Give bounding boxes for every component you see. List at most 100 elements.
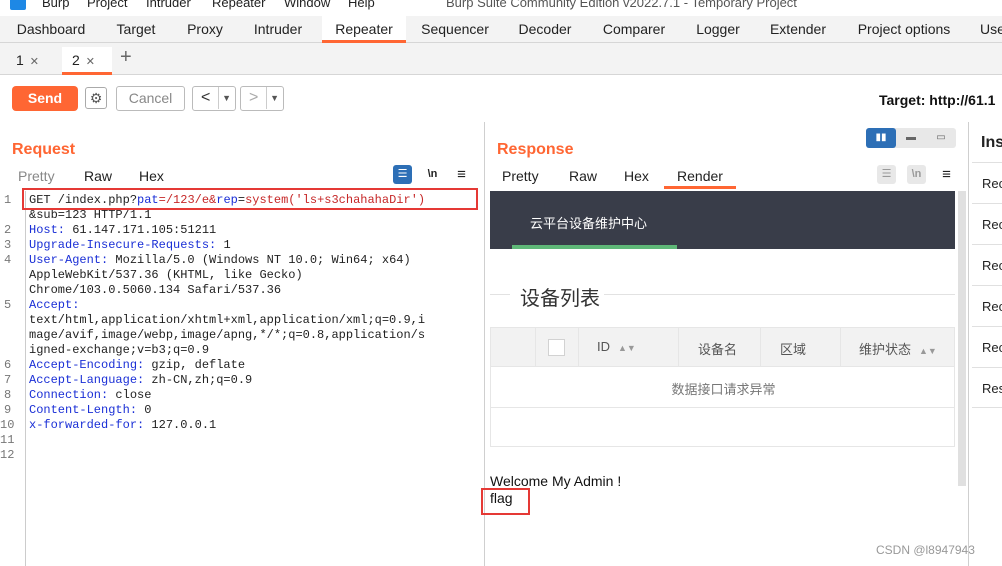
- column-separator: [760, 328, 761, 366]
- column-separator: [840, 328, 841, 366]
- header-value: 61.147.171.105:51211: [72, 223, 217, 237]
- header-name: Accept:: [29, 298, 80, 312]
- inspector-row[interactable]: Rec: [972, 244, 1002, 285]
- newline-icon[interactable]: \n: [423, 165, 442, 184]
- repeater-tab-bar: 1 ✕ 2 ✕: [0, 43, 1002, 75]
- menu-repeater[interactable]: Repeater: [212, 0, 265, 10]
- send-button[interactable]: Send: [12, 86, 78, 111]
- line-number: 4: [4, 253, 12, 267]
- table-header: ID ▲▼ 设备名 区域 维护状态 ▲▼: [490, 327, 955, 367]
- repeater-tab-2[interactable]: 2 ✕: [62, 47, 112, 75]
- response-tab-render[interactable]: Render: [664, 168, 736, 189]
- rendered-page: 云平台设备维护中心 设备列表 ID ▲▼ 设备名 区域 维护状态 ▲▼ 数据接口请求…: [487, 191, 967, 566]
- split-horizontal-icon[interactable]: ▮▮: [866, 128, 896, 148]
- close-icon[interactable]: ✕: [86, 56, 95, 68]
- vertical-scrollbar[interactable]: [958, 191, 966, 486]
- menu-window[interactable]: Window: [284, 0, 330, 10]
- header-name: Accept-Language:: [29, 373, 152, 387]
- inspector-row[interactable]: Rec: [972, 326, 1002, 367]
- tab-dashboard[interactable]: Dashboard: [6, 16, 96, 43]
- repeater-tab-1[interactable]: 1 ✕: [6, 47, 54, 75]
- line-number: 3: [4, 238, 12, 252]
- sort-icon[interactable]: ▲▼: [618, 343, 636, 353]
- request-line-1-cont: &sub=123 HTTP/1.1: [29, 208, 151, 222]
- header-value: zh-CN,zh;q=0.9: [151, 373, 253, 387]
- response-tab-hex[interactable]: Hex: [624, 168, 649, 184]
- table-body: 数据接口请求异常: [490, 367, 955, 447]
- request-line-10: x-forwarded-for: 127.0.0.1: [29, 418, 216, 432]
- back-button[interactable]: < ▼: [192, 86, 236, 111]
- tabs-layout-icon[interactable]: ▭: [926, 128, 956, 148]
- column-separator: [678, 328, 679, 366]
- menu-project[interactable]: Project: [87, 0, 127, 10]
- inspector-divider[interactable]: [968, 122, 969, 566]
- menu-icon[interactable]: ≡: [937, 165, 956, 184]
- inspector-row[interactable]: Rec: [972, 162, 1002, 203]
- header-value: gzip, deflate: [151, 358, 246, 372]
- column-header-device-name: 设备名: [698, 342, 738, 357]
- chevron-down-icon[interactable]: ▼: [218, 87, 231, 109]
- tab-repeater[interactable]: Repeater: [322, 16, 406, 43]
- request-line-6: Accept-Encoding: gzip, deflate: [29, 358, 245, 372]
- tab-proxy[interactable]: Proxy: [176, 16, 234, 43]
- tab-target[interactable]: Target: [100, 16, 172, 43]
- inspector-row[interactable]: Res: [972, 367, 1002, 408]
- response-tab-raw[interactable]: Raw: [569, 168, 597, 184]
- column-header-id[interactable]: ID ▲▼: [597, 339, 636, 354]
- column-header-label: 维护状态: [859, 342, 912, 357]
- column-header-status[interactable]: 维护状态 ▲▼: [859, 339, 937, 358]
- column-header-label: ID: [597, 339, 610, 354]
- chevron-down-icon[interactable]: ▼: [266, 87, 279, 109]
- response-tab-pretty[interactable]: Pretty: [502, 168, 539, 184]
- request-line-4-cont: AppleWebKit/537.36 (KHTML, like Gecko): [29, 268, 303, 282]
- target-url[interactable]: Target: http://61.1: [879, 92, 995, 108]
- request-tab-raw[interactable]: Raw: [84, 168, 112, 184]
- request-line-4-cont: Chrome/103.0.5060.134 Safari/537.36: [29, 283, 282, 297]
- split-vertical-icon[interactable]: ▬: [896, 128, 926, 148]
- line-number: 12: [0, 448, 15, 462]
- inspector-panel: Ins Rec Rec Rec Rec Rec Res: [970, 122, 1002, 566]
- tab-decoder[interactable]: Decoder: [506, 16, 584, 43]
- header-name: Upgrade-Insecure-Requests:: [29, 238, 224, 252]
- request-line-5: Accept:: [29, 298, 79, 312]
- request-tab-pretty[interactable]: Pretty: [18, 168, 55, 184]
- cancel-button[interactable]: Cancel: [116, 86, 185, 111]
- wrap-lines-icon[interactable]: ☰: [393, 165, 412, 184]
- menu-help[interactable]: Help: [348, 0, 375, 10]
- response-title: Response: [497, 141, 574, 158]
- tab-project-options[interactable]: Project options: [848, 16, 960, 43]
- tab-logger[interactable]: Logger: [684, 16, 752, 43]
- request-tab-hex[interactable]: Hex: [139, 168, 164, 184]
- gear-icon[interactable]: ⚙: [85, 87, 107, 109]
- request-title: Request: [12, 141, 76, 158]
- main-tab-bar: Dashboard Target Proxy Intruder Repeater…: [0, 16, 1002, 43]
- header-name: Accept-Encoding:: [29, 358, 152, 372]
- tab-user-options[interactable]: Use: [970, 16, 1002, 43]
- close-icon[interactable]: ✕: [30, 56, 39, 68]
- inspector-row[interactable]: Rec: [972, 285, 1002, 326]
- tab-intruder[interactable]: Intruder: [242, 16, 314, 43]
- newline-icon[interactable]: \n: [907, 165, 926, 184]
- highlight-box: [481, 488, 530, 515]
- menu-intruder[interactable]: Intruder: [146, 0, 191, 10]
- nav-active-indicator: [512, 245, 677, 249]
- menu-burp[interactable]: Burp: [42, 0, 69, 10]
- page-header-title[interactable]: 云平台设备维护中心: [530, 213, 647, 232]
- select-all-checkbox[interactable]: [548, 339, 565, 356]
- wrap-lines-icon[interactable]: ☰: [877, 165, 896, 184]
- highlight-box: [22, 188, 478, 210]
- header-value: close: [115, 388, 152, 402]
- repeater-toolbar: Send ⚙ Cancel < ▼ > ▼ Target: http://61.1: [0, 76, 1002, 122]
- sort-icon[interactable]: ▲▼: [919, 346, 937, 356]
- menu-icon[interactable]: ≡: [452, 165, 471, 184]
- add-tab-icon[interactable]: +: [120, 46, 132, 69]
- tab-comparer[interactable]: Comparer: [592, 16, 676, 43]
- inspector-row[interactable]: Rec: [972, 203, 1002, 244]
- forward-button[interactable]: > ▼: [240, 86, 284, 111]
- watermark: CSDN @l8947943: [876, 543, 975, 557]
- request-line-7: Accept-Language: zh-CN,zh;q=0.9: [29, 373, 252, 387]
- request-editor[interactable]: 1 2 3 4 5 6 7 8 9 10 11 12 GET /index.ph…: [0, 188, 484, 566]
- tab-sequencer[interactable]: Sequencer: [412, 16, 498, 43]
- tab-extender[interactable]: Extender: [760, 16, 836, 43]
- line-number-gutter: 1 2 3 4 5 6 7 8 9 10 11 12: [0, 191, 26, 566]
